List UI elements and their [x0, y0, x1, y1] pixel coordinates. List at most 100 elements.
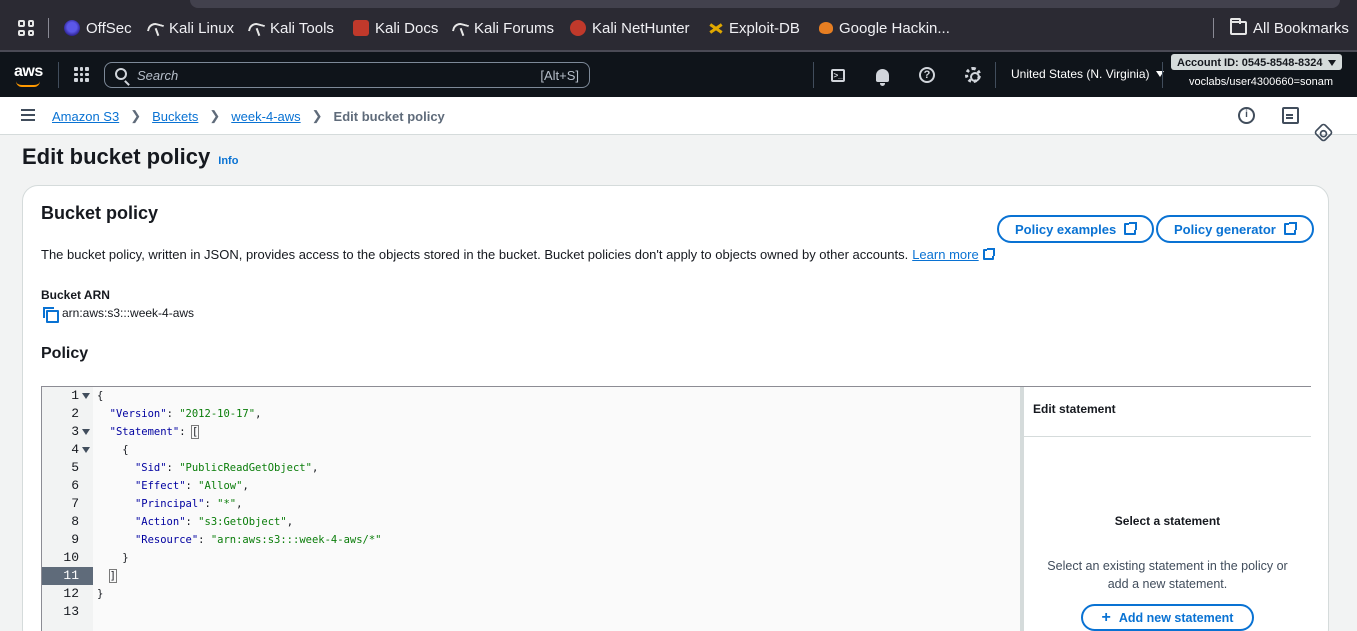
bucket-policy-card: Bucket policy Policy examples Policy gen…	[22, 185, 1329, 631]
help-button[interactable]: ?	[916, 64, 938, 86]
account-id: Account ID: 0545-8548-8324	[1177, 57, 1323, 69]
ghdb-icon	[819, 22, 833, 34]
user-name[interactable]: voclabs/user4300660=sonam	[1189, 76, 1333, 88]
description-text: The bucket policy, written in JSON, prov…	[41, 247, 909, 262]
browser-bookmarks-bar: OffSec Kali Linux Kali Tools Kali Docs K…	[0, 0, 1357, 52]
bookmark-google-hacking[interactable]: Google Hackin...	[819, 17, 950, 39]
nav-divider	[58, 62, 59, 88]
fold-caret-icon[interactable]	[82, 393, 90, 399]
policy-editor[interactable]: 1 2 3 4 5 6 7 8 9 10 11 12 13 { "Version…	[41, 386, 1311, 631]
breadcrumb-bucket[interactable]: week-4-aws	[231, 109, 300, 124]
info-icon[interactable]: i	[1238, 107, 1255, 124]
bookmark-kali-docs[interactable]: Kali Docs	[353, 17, 438, 39]
nav-divider	[1162, 62, 1163, 88]
bookmark-label: OffSec	[86, 19, 132, 37]
policy-label: Policy	[41, 345, 89, 362]
document-icon[interactable]	[1282, 107, 1299, 124]
region-label: United States (N. Virginia)	[1011, 67, 1150, 81]
bucket-arn-row: arn:aws:s3:::week-4-aws	[43, 306, 195, 323]
cloudshell-button[interactable]: >_	[827, 64, 849, 86]
kali-dragon-icon	[147, 20, 163, 36]
bookmark-label: Kali NetHunter	[592, 19, 690, 37]
edit-statement-panel: Edit statement Select a statement Select…	[1024, 387, 1311, 631]
apps-grid-icon[interactable]	[18, 20, 34, 36]
edit-statement-title: Edit statement	[1033, 402, 1116, 416]
feedback-icon[interactable]	[1313, 122, 1334, 143]
external-link-icon	[1283, 222, 1297, 235]
bookmark-exploit-db[interactable]: Exploit-DB	[707, 17, 800, 39]
code-line: "Principal": "*",	[134, 498, 243, 510]
all-bookmarks[interactable]: All Bookmarks	[1230, 17, 1349, 39]
page-title-text: Edit bucket policy	[22, 144, 211, 169]
page-title: Edit bucket policy Info	[22, 144, 238, 170]
line-number: 6	[71, 478, 79, 493]
aws-logo[interactable]: aws	[14, 63, 43, 81]
policy-generator-button[interactable]: Policy generator	[1156, 215, 1314, 243]
breadcrumb-buckets[interactable]: Buckets	[152, 109, 198, 124]
bookmark-label: Google Hackin...	[839, 19, 950, 37]
region-selector[interactable]: United States (N. Virginia)	[1011, 67, 1164, 81]
code-line: "Effect": "Allow",	[134, 480, 249, 492]
menu-hamburger-icon[interactable]	[21, 109, 35, 121]
account-menu[interactable]: Account ID: 0545-8548-8324	[1171, 54, 1342, 70]
learn-more-link[interactable]: Learn more	[912, 247, 995, 262]
search-input[interactable]: Search [Alt+S]	[104, 62, 590, 88]
external-link-icon	[982, 248, 995, 260]
bookmark-offsec[interactable]: OffSec	[64, 17, 132, 39]
bookmark-kali-linux[interactable]: Kali Linux	[147, 17, 234, 39]
bookmark-kali-nethunter[interactable]: Kali NetHunter	[570, 17, 690, 39]
code-area[interactable]: { "Version": "2012-10-17", "Statement": …	[93, 387, 1020, 631]
bookmark-label: Kali Linux	[169, 19, 235, 37]
select-statement-text: Select an existing statement in the poli…	[1047, 559, 1288, 591]
search-placeholder: Search	[137, 68, 179, 83]
code-line: {	[122, 444, 129, 456]
line-number: 8	[71, 514, 79, 529]
bucket-arn-value: arn:aws:s3:::week-4-aws	[62, 306, 195, 320]
line-number: 13	[63, 604, 79, 619]
info-link[interactable]: Info	[218, 155, 238, 167]
select-statement-title: Select a statement	[1114, 514, 1221, 528]
external-link-icon	[1124, 222, 1138, 235]
code-line: "Statement": [	[109, 425, 200, 439]
bookmark-separator	[1213, 18, 1214, 38]
settings-button[interactable]	[962, 64, 984, 86]
code-line-active: ]	[108, 569, 118, 583]
bell-icon	[875, 68, 889, 86]
chevron-right-icon: ❯	[209, 108, 221, 123]
breadcrumb: Amazon S3 ❯ Buckets ❯ week-4-aws ❯ Edit …	[52, 108, 445, 124]
line-number: 9	[71, 532, 79, 547]
policy-examples-button[interactable]: Policy examples	[997, 215, 1155, 243]
fold-caret-icon[interactable]	[82, 429, 90, 435]
card-title: Bucket policy	[41, 203, 159, 223]
line-number: 10	[63, 550, 79, 565]
folder-icon	[1230, 18, 1247, 35]
kali-dragon-icon	[248, 20, 264, 36]
line-number: 2	[71, 406, 79, 421]
code-line: {	[97, 390, 104, 402]
cloudshell-icon: >_	[831, 68, 845, 82]
edit-statement-header: Edit statement	[1024, 387, 1311, 437]
code-line: }	[97, 588, 104, 600]
copy-icon[interactable]	[43, 306, 59, 323]
breadcrumb-amazon-s3[interactable]: Amazon S3	[52, 109, 119, 124]
bookmark-kali-tools[interactable]: Kali Tools	[248, 17, 334, 39]
bookmark-kali-forums[interactable]: Kali Forums	[452, 17, 554, 39]
kali-docs-icon	[353, 20, 369, 36]
plus-icon: +	[1101, 608, 1111, 626]
policy-examples-label: Policy examples	[1015, 221, 1117, 237]
caret-down-icon	[1327, 60, 1336, 66]
bookmark-label: Kali Docs	[375, 19, 439, 37]
exploit-db-icon	[707, 20, 723, 36]
help-icon: ?	[919, 67, 935, 83]
code-line: "Action": "s3:GetObject",	[134, 516, 294, 528]
add-new-statement-button[interactable]: + Add new statement	[1081, 604, 1254, 631]
breadcrumb-current: Edit bucket policy	[333, 108, 445, 124]
line-number: 7	[71, 496, 79, 511]
notifications-button[interactable]	[871, 64, 893, 86]
fold-caret-icon[interactable]	[82, 447, 90, 453]
line-number: 3	[42, 423, 93, 441]
gear-icon	[965, 67, 981, 83]
services-menu-icon[interactable]	[74, 67, 89, 82]
line-number: 1	[42, 387, 93, 405]
policy-generator-label: Policy generator	[1174, 221, 1276, 237]
